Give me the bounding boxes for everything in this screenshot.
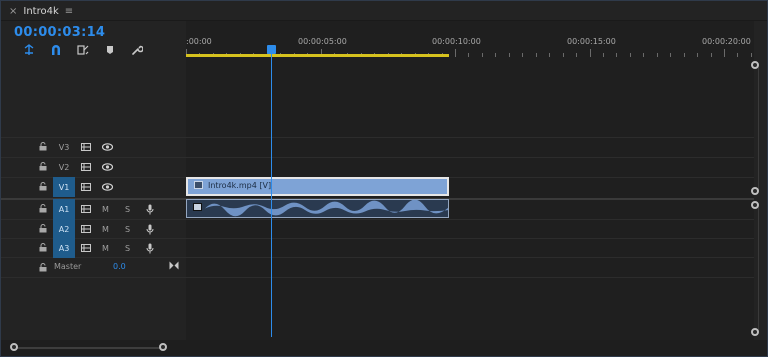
toggle-sync-lock-icon[interactable] xyxy=(81,163,91,171)
toggle-sync-lock-icon[interactable] xyxy=(81,205,91,213)
microphone-icon[interactable] xyxy=(146,224,154,235)
settings-wrench-icon[interactable] xyxy=(123,43,150,57)
track-divider xyxy=(1,277,754,278)
snap-magnet-icon[interactable] xyxy=(42,43,69,57)
add-marker-icon[interactable] xyxy=(96,43,123,57)
video-clip[interactable]: Intro4k.mp4 [V] xyxy=(186,177,449,196)
ruler-label: 00:00:10:00 xyxy=(432,37,481,46)
audio-scroll-top-handle[interactable] xyxy=(751,201,759,209)
eye-icon[interactable] xyxy=(102,183,113,191)
sequence-title: Intro4k xyxy=(23,5,59,17)
ruler-label: 00:00:15:00 xyxy=(567,37,616,46)
toggle-sync-lock-icon[interactable] xyxy=(81,225,91,233)
mute-button[interactable]: M xyxy=(102,199,109,219)
close-icon[interactable]: × xyxy=(9,6,17,17)
microphone-icon[interactable] xyxy=(146,243,154,254)
track-header-a3: A3 M S xyxy=(1,238,185,258)
clip-name: Intro4k.mp4 [V] xyxy=(208,181,272,190)
ruler-label: :00:00 xyxy=(186,37,212,46)
timeline-panel: × Intro4k ≡ 00:00:03:14 :00:00 00:00:05:… xyxy=(0,0,768,357)
master-volume-value[interactable]: 0.0 xyxy=(113,262,126,271)
solo-button[interactable]: S xyxy=(125,219,130,239)
track-name-v2[interactable]: V2 xyxy=(53,157,75,177)
video-scrollbar-track[interactable] xyxy=(758,65,759,191)
track-name-v3[interactable]: V3 xyxy=(53,137,75,157)
ruler-tick xyxy=(724,49,725,57)
zoom-scrollbar[interactable] xyxy=(1,340,767,356)
go-to-end-icon[interactable] xyxy=(169,261,179,270)
playhead-timecode[interactable]: 00:00:03:14 xyxy=(14,25,105,40)
track-name-a1[interactable]: A1 xyxy=(53,199,75,219)
panel-menu-icon[interactable]: ≡ xyxy=(65,6,73,17)
ruler-tick xyxy=(455,49,456,57)
mute-button[interactable]: M xyxy=(102,219,109,239)
lock-icon[interactable] xyxy=(39,224,47,233)
ruler-label: 00:00:05:00 xyxy=(298,37,347,46)
audio-scrollbar-track[interactable] xyxy=(758,206,759,332)
video-scroll-bottom-handle[interactable] xyxy=(751,187,759,195)
solo-button[interactable]: S xyxy=(125,199,130,219)
track-header-v3: V3 xyxy=(1,137,185,157)
eye-icon[interactable] xyxy=(102,163,113,171)
track-header-a1: A1 M S xyxy=(1,199,185,219)
audio-scroll-bottom-handle[interactable] xyxy=(751,328,759,336)
lock-icon[interactable] xyxy=(39,263,47,272)
zoom-left-handle[interactable] xyxy=(10,343,18,351)
microphone-icon[interactable] xyxy=(146,204,154,215)
audio-waveform xyxy=(205,200,448,217)
track-header-v1: V1 xyxy=(1,177,185,197)
track-header-v2: V2 xyxy=(1,157,185,177)
track-header-a2: A2 M S xyxy=(1,219,185,239)
fx-badge-icon xyxy=(194,181,203,189)
track-name-a3[interactable]: A3 xyxy=(53,238,75,258)
track-name-v1[interactable]: V1 xyxy=(53,177,75,197)
zoom-right-handle[interactable] xyxy=(159,343,167,351)
track-name-a2[interactable]: A2 xyxy=(53,219,75,239)
ruler-tick xyxy=(589,49,591,57)
fx-badge-icon xyxy=(193,203,202,211)
toggle-sync-lock-icon[interactable] xyxy=(81,244,91,252)
zoom-scrollbar-track[interactable] xyxy=(15,347,163,349)
lock-icon[interactable] xyxy=(39,162,47,171)
ruler-label: 00:00:20:00 xyxy=(702,37,751,46)
lock-icon[interactable] xyxy=(39,142,47,151)
playhead-handle[interactable] xyxy=(267,45,276,54)
tab-sequence[interactable]: × Intro4k ≡ xyxy=(1,1,81,21)
tab-bar: × Intro4k ≡ xyxy=(1,1,767,21)
eye-icon[interactable] xyxy=(102,143,113,151)
insert-overwrite-icon[interactable] xyxy=(15,43,42,57)
solo-button[interactable]: S xyxy=(125,238,130,258)
lock-icon[interactable] xyxy=(39,204,47,213)
timeline-toolbar xyxy=(15,43,150,57)
mute-button[interactable]: M xyxy=(102,238,109,258)
lock-icon[interactable] xyxy=(39,182,47,191)
video-scroll-top-handle[interactable] xyxy=(751,61,759,69)
toggle-sync-lock-icon[interactable] xyxy=(81,143,91,151)
toggle-sync-lock-icon[interactable] xyxy=(81,183,91,191)
audio-clip[interactable] xyxy=(186,199,449,218)
linked-selection-icon[interactable] xyxy=(69,43,96,57)
master-track-label: Master xyxy=(54,262,82,271)
playhead-line[interactable] xyxy=(271,54,272,337)
lock-icon[interactable] xyxy=(39,243,47,252)
